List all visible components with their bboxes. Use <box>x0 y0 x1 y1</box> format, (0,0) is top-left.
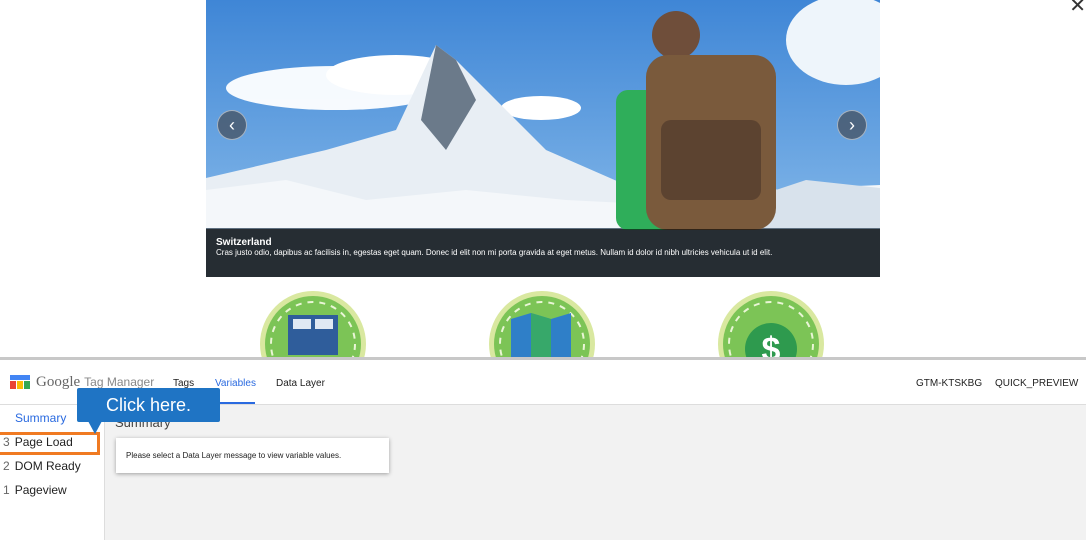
carousel-prev-button[interactable]: ‹ <box>217 110 247 140</box>
sidebar-item-summary[interactable]: Summary <box>15 411 66 425</box>
caption-title: Switzerland <box>216 237 272 248</box>
event-number: 1 <box>3 483 10 497</box>
container-id: GTM-KTSKBG <box>916 378 983 389</box>
callout-pointer <box>88 421 102 434</box>
close-icon[interactable]: ✕ <box>1069 0 1086 16</box>
chevron-left-icon: ‹ <box>229 115 235 135</box>
event-number: 2 <box>3 459 10 473</box>
environment-label: QUICK_PREVIEW <box>995 378 1079 389</box>
event-label: Pageview <box>14 483 67 497</box>
chevron-right-icon: › <box>849 115 855 135</box>
callout-tooltip: Click here. <box>77 388 220 422</box>
event-label: DOM Ready <box>14 459 81 473</box>
sidebar-item-pageview[interactable]: 1 Pageview <box>3 483 67 497</box>
logo-product-text: Tag Manager <box>84 375 155 389</box>
active-tab-underline <box>214 402 255 404</box>
tab-variables[interactable]: Variables <box>215 378 256 389</box>
carousel-caption: Switzerland Cras justo odio, dapibus ac … <box>206 229 880 277</box>
tab-data-layer[interactable]: Data Layer <box>276 378 325 389</box>
caption-text: Cras justo odio, dapibus ac facilisis in… <box>216 248 773 257</box>
image-carousel: ‹ › Switzerland Cras justo odio, dapibus… <box>206 0 880 277</box>
gtm-logo-icon <box>10 375 30 389</box>
sidebar-item-dom-ready[interactable]: 2 DOM Ready <box>3 459 81 473</box>
carousel-next-button[interactable]: › <box>837 110 867 140</box>
info-message: Please select a Data Layer message to vi… <box>116 438 389 473</box>
highlight-box <box>0 432 100 455</box>
logo-google-text: Google <box>36 373 81 390</box>
